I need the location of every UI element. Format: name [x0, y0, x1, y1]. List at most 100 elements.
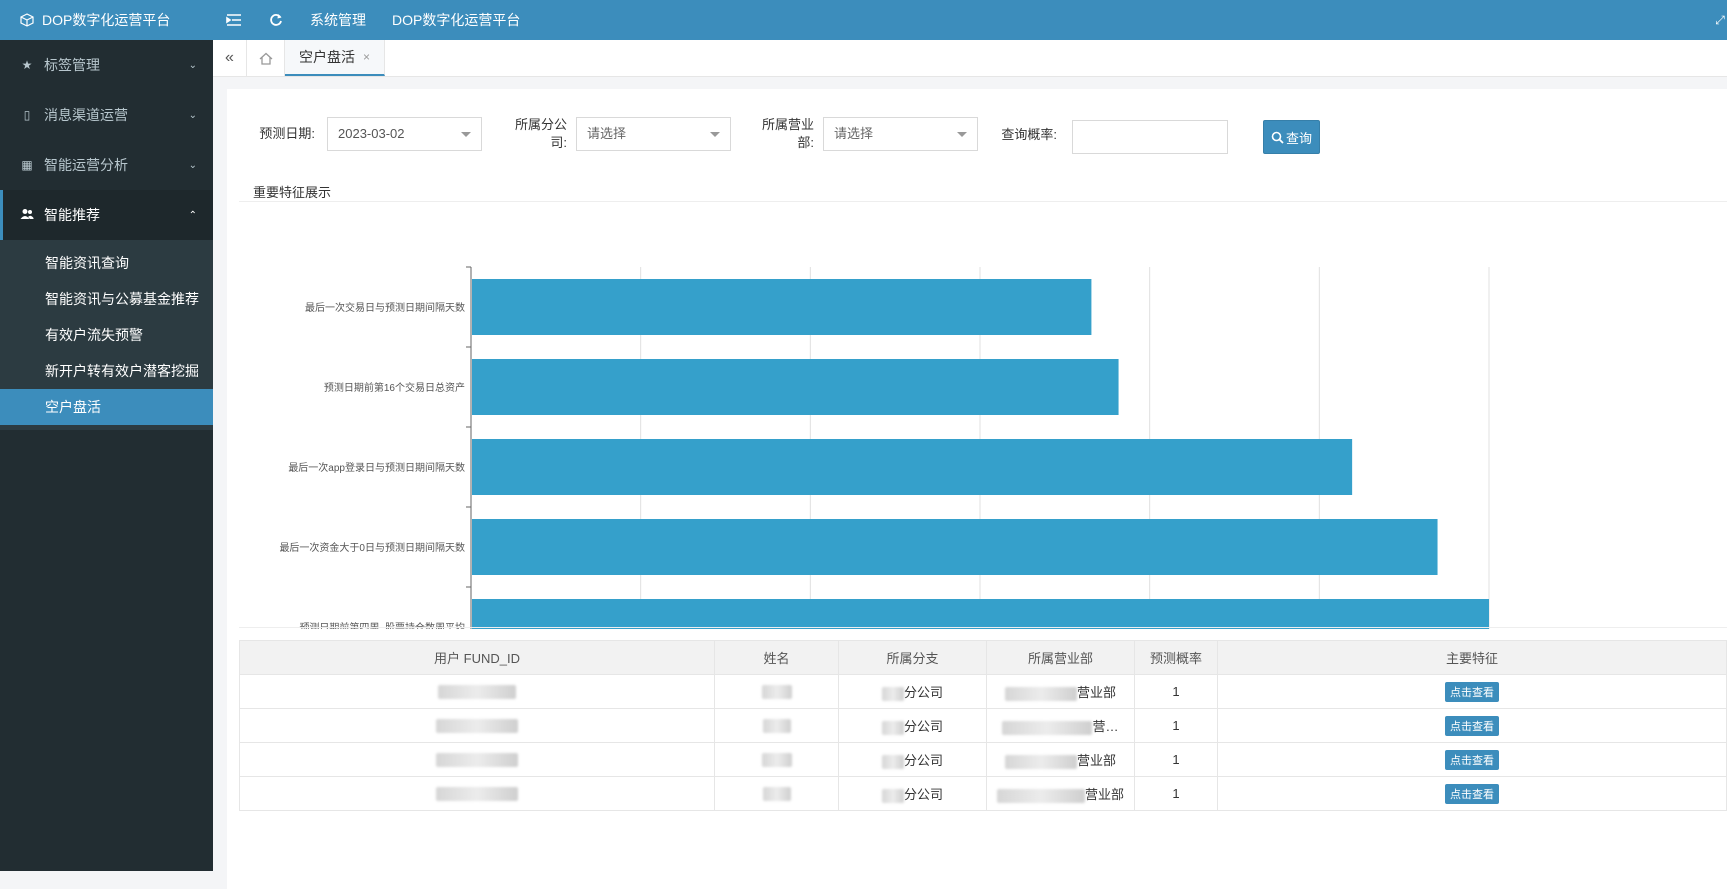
col-name[interactable]: 姓名	[714, 640, 839, 675]
nav-system-management[interactable]: 系统管理	[297, 0, 379, 40]
search-button[interactable]: 查询	[1263, 120, 1320, 154]
search-label: 查询	[1285, 130, 1312, 146]
feature-importance-chart: 00.030.060.090.120.150.18最后一次交易日与预测日期间隔天…	[239, 219, 1727, 686]
table-row: 分公司 营业部 1 点击查看	[239, 742, 1727, 777]
sidebar-subitem-news-query[interactable]: 智能资讯查询	[0, 245, 213, 281]
tab-label: 空户盘活	[299, 49, 355, 65]
view-details-button[interactable]: 点击查看	[1445, 783, 1499, 804]
main-content: 预测日期: 2023-03-02 所属分公司: 请选择 所属营业部: 请选择 查…	[213, 77, 1727, 889]
mobile-icon: ▯	[23, 108, 31, 122]
top-navbar: DOP数字化运营平台 系统管理 DOP数字化运营平台 ⤢	[0, 0, 1727, 40]
chart-svg: 00.030.060.090.120.150.18最后一次交易日与预测日期间隔天…	[279, 266, 1499, 686]
company-select[interactable]: 请选择	[576, 117, 731, 151]
branch-text: 分公司	[903, 685, 943, 700]
bar	[472, 519, 1438, 575]
view-details-button[interactable]: 点击查看	[1445, 749, 1499, 770]
cell-dept: 营业部	[986, 742, 1135, 777]
cell-probability: 1	[1134, 674, 1218, 709]
col-probability[interactable]: 预测概率	[1134, 640, 1218, 675]
cell-dept: 营业部	[986, 776, 1135, 811]
menu-toggle-icon[interactable]	[213, 0, 255, 40]
col-dept[interactable]: 所属营业部	[986, 640, 1135, 675]
nav-dop-platform[interactable]: DOP数字化运营平台	[379, 0, 533, 40]
cell-action: 点击查看	[1217, 742, 1727, 777]
tab-empty-account-revival[interactable]: 空户盘活 ×	[285, 40, 386, 76]
cell-fund-id	[239, 776, 715, 811]
filter-form: 预测日期: 2023-03-02 所属分公司: 请选择 所属营业部: 请选择 查…	[227, 117, 1727, 157]
cell-probability: 1	[1134, 708, 1218, 743]
category-label: 预测日期前第16个交易日总资产	[324, 381, 465, 394]
cell-branch: 分公司	[838, 674, 987, 709]
home-icon[interactable]	[247, 40, 285, 76]
sidebar-subitem-news-fund-recommend[interactable]: 智能资讯与公募基金推荐	[0, 281, 213, 317]
dept-placeholder: 请选择	[834, 126, 874, 141]
cell-name	[714, 708, 839, 743]
table-row: 分公司 营… 1 点击查看	[239, 708, 1727, 743]
cell-fund-id	[239, 708, 715, 743]
brand[interactable]: DOP数字化运营平台	[0, 0, 213, 40]
col-fund-id[interactable]: 用户 FUND_ID	[239, 640, 715, 675]
prob-input[interactable]	[1072, 120, 1228, 154]
divider	[239, 201, 1727, 202]
branch-text: 分公司	[903, 753, 943, 768]
dept-text: 营业部	[1084, 787, 1124, 802]
search-icon	[1271, 131, 1284, 144]
sidebar-item-message-channel[interactable]: ▯ 消息渠道运营 ⌄	[0, 90, 213, 140]
sidebar-subitem-empty-account-revival[interactable]: 空户盘活	[0, 389, 213, 425]
grid-icon: ▦	[21, 158, 33, 172]
dept-text: 营业部	[1076, 753, 1116, 768]
sidebar-item-label: 智能推荐	[44, 207, 100, 223]
sidebar-subitem-new-account-mining[interactable]: 新开户转有效户潜客挖掘	[0, 353, 213, 389]
bar	[472, 599, 1489, 655]
sidebar-subitem-churn-warning[interactable]: 有效户流失预警	[0, 317, 213, 353]
cell-name	[714, 776, 839, 811]
category-label: 最后一次app登录日与预测日期间隔天数	[288, 461, 465, 474]
tab-scroll-left-icon[interactable]: «	[213, 40, 247, 76]
dept-text: 营业部	[1076, 685, 1116, 700]
sidebar-item-label: 智能运营分析	[44, 157, 128, 173]
caret-down-icon	[710, 132, 720, 137]
col-main-feature[interactable]: 主要特征	[1217, 640, 1727, 675]
cell-dept: 营…	[986, 708, 1135, 743]
view-details-button[interactable]: 点击查看	[1445, 681, 1499, 702]
sidebar-item-tag-management[interactable]: ★ 标签管理 ⌄	[0, 40, 213, 90]
table-header-row: 用户 FUND_ID 姓名 所属分支 所属营业部 预测概率 主要特征	[239, 640, 1727, 675]
cell-fund-id	[239, 742, 715, 777]
cell-action: 点击查看	[1217, 674, 1727, 709]
sidebar-item-label: 标签管理	[44, 57, 100, 73]
cell-probability: 1	[1134, 742, 1218, 777]
section-title: 重要特征展示	[253, 185, 332, 200]
chevron-down-icon: ⌄	[188, 109, 197, 121]
col-branch[interactable]: 所属分支	[838, 640, 987, 675]
company-label: 所属分公司:	[514, 117, 567, 150]
cell-action: 点击查看	[1217, 776, 1727, 811]
refresh-icon[interactable]	[255, 0, 297, 40]
cell-name	[714, 674, 839, 709]
sidebar-item-label: 消息渠道运营	[44, 107, 128, 123]
cell-action: 点击查看	[1217, 708, 1727, 743]
cell-branch: 分公司	[838, 742, 987, 777]
sidebar-item-smart-recommend[interactable]: 智能推荐 ⌃	[0, 190, 213, 240]
result-table: 用户 FUND_ID 姓名 所属分支 所属营业部 预测概率 主要特征 分公司 营…	[239, 640, 1727, 811]
chevron-down-icon: ⌄	[188, 159, 197, 171]
submenu-smart-recommend: 智能资讯查询 智能资讯与公募基金推荐 有效户流失预警 新开户转有效户潜客挖掘 空…	[0, 240, 213, 430]
cell-name	[714, 742, 839, 777]
date-select[interactable]: 2023-03-02	[327, 117, 482, 151]
close-icon[interactable]: ×	[363, 50, 370, 64]
brand-title: DOP数字化运营平台	[42, 12, 171, 28]
view-details-button[interactable]: 点击查看	[1445, 715, 1499, 736]
fullscreen-icon[interactable]: ⤢	[1713, 0, 1727, 40]
sidebar-item-smart-analysis[interactable]: ▦ 智能运营分析 ⌄	[0, 140, 213, 190]
dept-select[interactable]: 请选择	[823, 117, 978, 151]
users-icon	[20, 208, 34, 223]
bar	[472, 279, 1092, 335]
chevron-down-icon: ⌄	[188, 59, 197, 71]
divider	[239, 627, 1727, 628]
sidebar: ★ 标签管理 ⌄ ▯ 消息渠道运营 ⌄ ▦ 智能运营分析 ⌄ 智能推荐 ⌃ 智能…	[0, 40, 213, 871]
tab-bar: « 空户盘活 ×	[213, 40, 1727, 77]
cell-dept: 营业部	[986, 674, 1135, 709]
table-row: 分公司 营业部 1 点击查看	[239, 776, 1727, 811]
bar	[472, 359, 1119, 415]
cell-branch: 分公司	[838, 776, 987, 811]
table-row: 分公司 营业部 1 点击查看	[239, 674, 1727, 709]
